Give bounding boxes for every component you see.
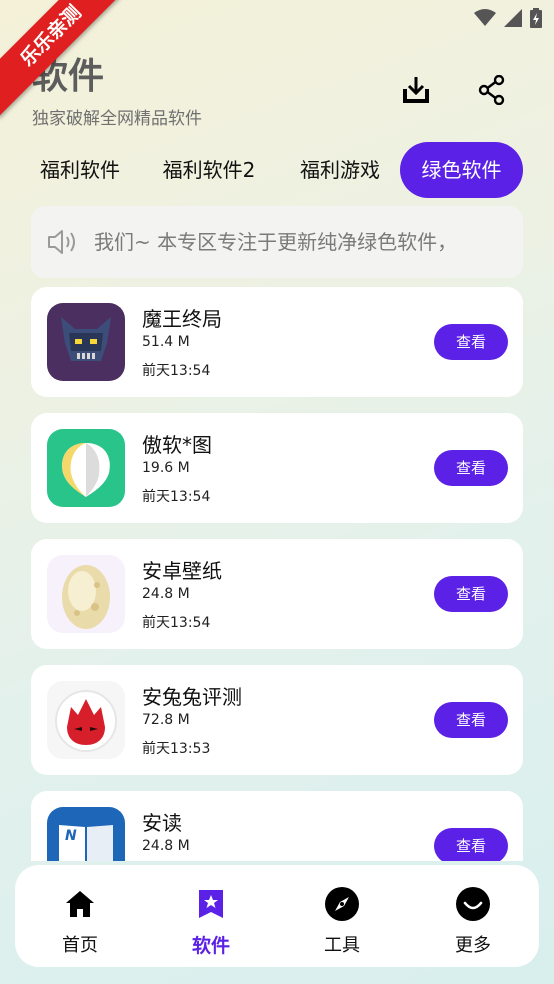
nav-more[interactable]: 更多 — [413, 865, 533, 967]
status-icons — [474, 8, 542, 28]
view-button[interactable]: 查看 — [434, 450, 508, 486]
nav-home[interactable]: 首页 — [20, 865, 140, 967]
antutu-icon — [47, 681, 125, 759]
notice-banner: 我们~ 本专区专注于更新纯净绿色软件， — [31, 206, 523, 278]
view-button[interactable]: 查看 — [434, 576, 508, 612]
app-name: 安卓壁纸 — [142, 559, 222, 583]
nav-label: 工具 — [324, 935, 360, 956]
apowersoft-icon — [47, 429, 125, 507]
app-time: 前天13:54 — [142, 489, 211, 505]
app-time: 前天13:54 — [142, 615, 211, 631]
app-card[interactable]: N 安读 24.8 M 查看 — [31, 791, 523, 861]
smile-icon — [456, 887, 490, 921]
share-icon[interactable] — [472, 70, 512, 110]
nav-software[interactable]: 软件 — [151, 865, 271, 967]
app-time: 前天13:54 — [142, 363, 211, 379]
compass-icon — [325, 887, 359, 921]
page-title: 软件 — [32, 56, 105, 97]
page-header: 软件 独家破解全网精品软件 — [32, 52, 202, 129]
nav-label: 首页 — [62, 935, 98, 956]
nav-label: 更多 — [455, 935, 491, 956]
egg-icon — [47, 555, 125, 633]
app-size: 24.8 M — [142, 586, 190, 602]
app-list[interactable]: 魔王终局 51.4 M 前天13:54 查看 傲软*图 19.6 M 前天13:… — [0, 287, 554, 861]
app-size: 72.8 M — [142, 712, 190, 728]
app-time: 前天13:53 — [142, 741, 211, 757]
view-button[interactable]: 查看 — [434, 324, 508, 360]
app-size: 24.8 M — [142, 838, 190, 854]
page-subtitle: 独家破解全网精品软件 — [32, 109, 202, 129]
app-card[interactable]: 安卓壁纸 24.8 M 前天13:54 查看 — [31, 539, 523, 649]
tab-welfare-software-2[interactable]: 福利软件2 — [150, 142, 268, 198]
svg-text:N: N — [65, 828, 77, 844]
wifi-icon — [474, 9, 496, 27]
bookmark-star-icon — [194, 887, 228, 921]
nav-tools[interactable]: 工具 — [282, 865, 402, 967]
download-icon[interactable] — [396, 70, 436, 110]
bottom-nav: 首页 软件 工具 更多 — [15, 865, 539, 967]
app-size: 51.4 M — [142, 334, 190, 350]
app-size: 19.6 M — [142, 460, 190, 476]
app-card[interactable]: 傲软*图 19.6 M 前天13:54 查看 — [31, 413, 523, 523]
view-button[interactable]: 查看 — [434, 702, 508, 738]
app-name: 安兔兔评测 — [142, 685, 242, 709]
app-name: 魔王终局 — [142, 307, 222, 331]
notice-text: 我们~ 本专区专注于更新纯净绿色软件， — [94, 230, 458, 254]
category-tabs: 福利软件 福利软件2 福利游戏 绿色软件 — [18, 142, 536, 198]
app-name: 傲软*图 — [142, 433, 212, 457]
tab-welfare-software[interactable]: 福利软件 — [18, 142, 142, 198]
app-card[interactable]: 魔王终局 51.4 M 前天13:54 查看 — [31, 287, 523, 397]
app-name: 安读 — [142, 811, 182, 835]
demon-king-icon — [47, 303, 125, 381]
battery-icon — [530, 8, 542, 28]
view-button[interactable]: 查看 — [434, 828, 508, 861]
book-icon: N — [47, 807, 125, 861]
signal-icon — [504, 9, 522, 27]
nav-label: 软件 — [191, 935, 230, 957]
speaker-icon — [47, 228, 79, 260]
tab-green-software[interactable]: 绿色软件 — [400, 142, 523, 198]
tab-welfare-games[interactable]: 福利游戏 — [282, 142, 398, 198]
app-card[interactable]: 安兔兔评测 72.8 M 前天13:53 查看 — [31, 665, 523, 775]
home-icon — [63, 887, 97, 921]
